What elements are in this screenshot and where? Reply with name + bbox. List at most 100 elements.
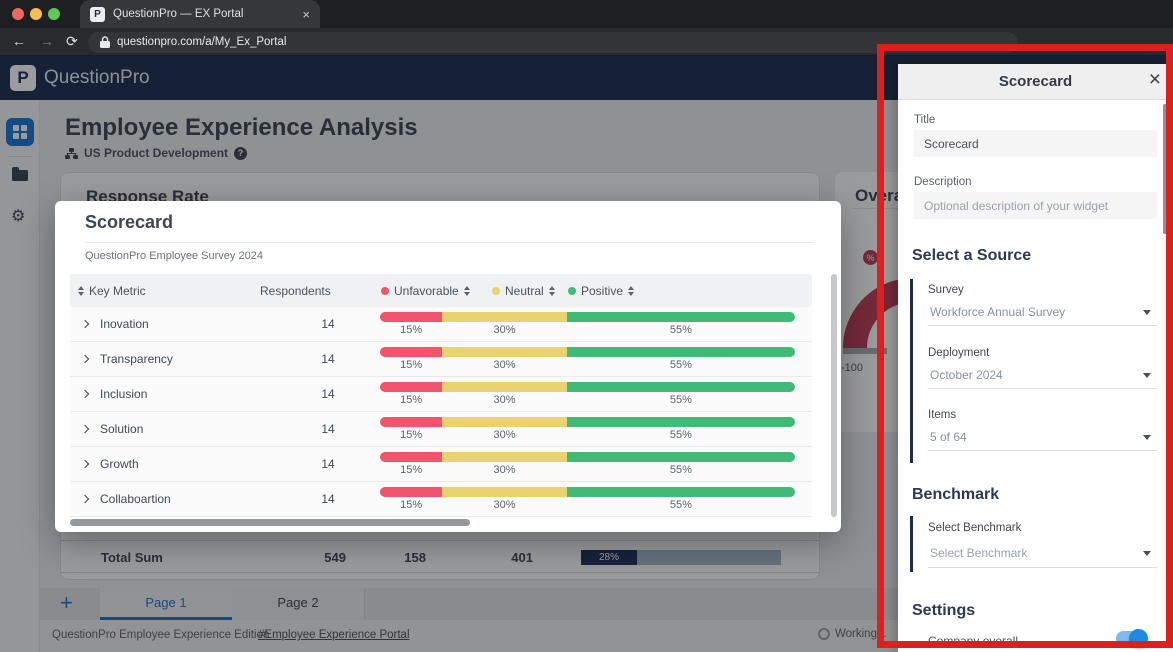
modal-title: Scorecard [85, 212, 173, 233]
tab-close-icon[interactable]: × [302, 7, 310, 22]
forward-icon[interactable]: → [40, 33, 54, 49]
description-input[interactable] [914, 192, 1157, 219]
items-label: Items [928, 409, 956, 421]
scrollbar-thumb[interactable] [70, 519, 470, 526]
company-overall-toggle[interactable] [1116, 631, 1146, 646]
chevron-right-icon[interactable] [81, 355, 89, 363]
modal-divider [85, 242, 813, 243]
panel-header: Scorecard × [898, 64, 1173, 100]
table-row[interactable]: Growth 14 15% 30% 55% [70, 447, 812, 482]
metric-name: Growth [100, 457, 139, 471]
chevron-down-icon[interactable] [1143, 551, 1151, 556]
panel-scrollbar[interactable] [1163, 104, 1168, 234]
back-icon[interactable]: ← [12, 33, 26, 49]
close-icon[interactable]: × [1149, 68, 1161, 92]
sort-icon[interactable] [464, 286, 470, 296]
bar-labels: 15% 30% 55% [380, 394, 795, 406]
title-input[interactable] [914, 130, 1157, 157]
benchmark-heading: Benchmark [912, 486, 999, 504]
deployment-select[interactable]: October 2024 [930, 368, 1140, 382]
bar-neutral [442, 312, 567, 322]
key-metric-header[interactable]: Key Metric [78, 274, 146, 307]
bar-unfavorable [380, 452, 442, 462]
description-field-label: Description [914, 176, 972, 188]
chevron-right-icon[interactable] [81, 320, 89, 328]
items-select[interactable]: 5 of 64 [930, 430, 1140, 444]
table-row[interactable]: Collaboartion 14 15% 30% 55% [70, 482, 812, 517]
browser-url-bar: ← → ⟳ questionpro.com/a/My_Ex_Portal [0, 28, 1173, 56]
stacked-bar [380, 312, 795, 322]
metric-respondents: 14 [310, 422, 346, 436]
window-close-button[interactable] [12, 8, 24, 20]
bar-positive [567, 452, 795, 462]
sort-icon[interactable] [78, 286, 84, 296]
neutral-dot-icon [492, 287, 500, 295]
bar-labels: 15% 30% 55% [380, 464, 795, 476]
bar-labels: 15% 30% 55% [380, 324, 795, 336]
stacked-bar [380, 452, 795, 462]
benchmark-group-bar [910, 516, 913, 572]
chevron-down-icon[interactable] [1143, 310, 1151, 315]
bar-labels: 15% 30% 55% [380, 499, 795, 511]
bar-unfavorable [380, 347, 442, 357]
bar-neutral [442, 347, 567, 357]
table-row[interactable]: Inclusion 14 15% 30% 55% [70, 377, 812, 412]
select-underline [928, 567, 1157, 568]
metric-name: Inovation [100, 317, 149, 331]
modal-horizontal-scrollbar[interactable] [70, 519, 812, 527]
modal-subtitle: QuestionPro Employee Survey 2024 [85, 250, 263, 262]
metric-respondents: 14 [310, 352, 346, 366]
browser-tab[interactable]: P QuestionPro — EX Portal × [80, 0, 320, 28]
reload-icon[interactable]: ⟳ [66, 33, 78, 50]
scorecard-modal: Scorecard QuestionPro Employee Survey 20… [55, 201, 841, 532]
bar-positive [567, 312, 795, 322]
table-row[interactable]: Solution 14 15% 30% 55% [70, 412, 812, 447]
chevron-down-icon[interactable] [1143, 373, 1151, 378]
chevron-right-icon[interactable] [81, 390, 89, 398]
bar-positive [567, 417, 795, 427]
select-source-heading: Select a Source [912, 247, 1031, 265]
legend-positive[interactable]: Positive [568, 274, 634, 307]
chevron-right-icon[interactable] [81, 495, 89, 503]
chevron-right-icon[interactable] [81, 425, 89, 433]
window-maximize-button[interactable] [48, 8, 60, 20]
settings-heading: Settings [912, 602, 975, 620]
bar-neutral [442, 487, 567, 497]
bar-neutral [442, 417, 567, 427]
legend-unfavorable[interactable]: Unfavorable [381, 274, 470, 307]
select-underline [928, 388, 1157, 389]
sort-icon[interactable] [628, 286, 634, 296]
chevron-down-icon[interactable] [1143, 435, 1151, 440]
bar-labels: 15% 30% 55% [380, 359, 795, 371]
title-field-label: Title [914, 114, 935, 126]
metric-name: Collaboartion [100, 492, 171, 506]
bar-neutral [442, 452, 567, 462]
survey-label: Survey [928, 284, 964, 296]
benchmark-select[interactable]: Select Benchmark [930, 546, 1140, 560]
legend-neutral[interactable]: Neutral [492, 274, 555, 307]
bar-positive [567, 382, 795, 392]
window-minimize-button[interactable] [30, 8, 42, 20]
stacked-bar [380, 382, 795, 392]
bar-unfavorable [380, 382, 442, 392]
metric-name: Transparency [100, 352, 173, 366]
benchmark-label: Select Benchmark [928, 522, 1021, 534]
questionpro-favicon-icon: P [90, 7, 105, 22]
toggle-knob [1129, 629, 1148, 648]
source-group-bar [910, 279, 913, 463]
select-underline [928, 450, 1157, 451]
deployment-label: Deployment [928, 347, 989, 359]
metric-respondents: 14 [310, 492, 346, 506]
widget-settings-panel: Scorecard × Title Description Select a S… [898, 64, 1173, 652]
table-row[interactable]: Transparency 14 15% 30% 55% [70, 342, 812, 377]
bar-unfavorable [380, 417, 442, 427]
survey-select[interactable]: Workforce Annual Survey [930, 305, 1140, 319]
table-row[interactable]: Inovation 14 15% 30% 55% [70, 307, 812, 342]
address-bar[interactable]: questionpro.com/a/My_Ex_Portal [88, 32, 1018, 53]
bar-labels: 15% 30% 55% [380, 429, 795, 441]
chevron-right-icon[interactable] [81, 460, 89, 468]
metric-respondents: 14 [310, 317, 346, 331]
metric-name: Solution [100, 422, 143, 436]
sort-icon[interactable] [549, 286, 555, 296]
modal-vertical-scrollbar[interactable] [831, 274, 837, 517]
